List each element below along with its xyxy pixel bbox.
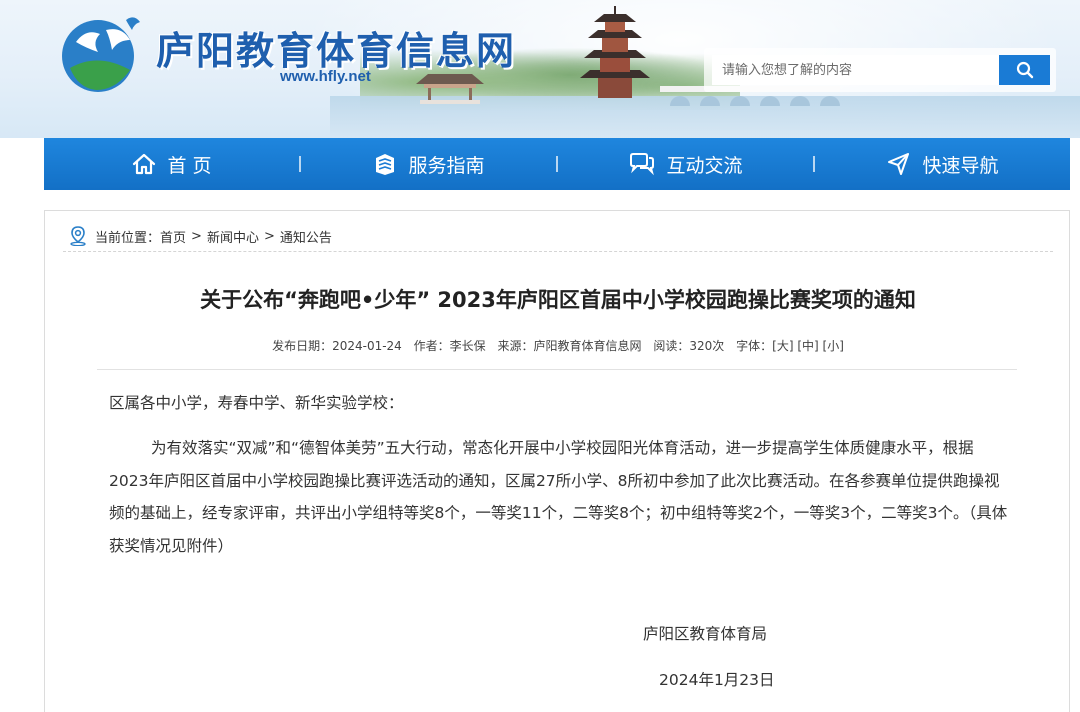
location-pin-icon <box>70 226 86 246</box>
nav-item-service-guide[interactable]: 服务指南 <box>301 138 556 190</box>
meta-source: 来源：庐阳教育体育信息网 <box>498 339 642 353</box>
nav-label-home: 首 页 <box>167 154 212 177</box>
meta-author-value: 李长保 <box>449 339 486 353</box>
book-icon <box>376 154 395 175</box>
breadcrumb: 当前位置： 首页 > 新闻中心 > 通知公告 <box>69 223 332 249</box>
chat-icon <box>630 153 655 176</box>
search-box <box>704 48 1056 92</box>
meta-date-label: 发布日期： <box>272 339 333 353</box>
meta-date-value: 2024-01-24 <box>332 339 402 353</box>
search-icon <box>1016 61 1033 79</box>
search-input[interactable] <box>712 55 999 85</box>
site-title[interactable]: 庐阳教育体育信息网 <box>156 20 516 75</box>
breadcrumb-link-home[interactable]: 首页 <box>160 227 186 246</box>
meta-divider <box>97 369 1017 370</box>
article-title: 关于公布“奔跑吧•少年” 2023年庐阳区首届中小学校园跑操比赛奖项的通知 <box>200 288 916 312</box>
nav-item-interaction[interactable]: 互动交流 <box>558 138 813 190</box>
nav-label-quick-navigation: 快速导航 <box>922 154 999 177</box>
meta-source-value: 庐阳教育体育信息网 <box>533 339 642 353</box>
breadcrumb-link-notices[interactable]: 通知公告 <box>280 227 332 246</box>
pavilion-image <box>416 74 484 104</box>
nav-label-service-guide: 服务指南 <box>408 154 485 177</box>
article-meta: 发布日期：2024-01-24 作者：李长保 来源：庐阳教育体育信息网 阅读：3… <box>45 337 1071 354</box>
font-large-button[interactable]: [大] <box>772 339 793 353</box>
meta-date: 发布日期：2024-01-24 <box>272 339 402 353</box>
signature-organization: 庐阳区教育体育局 <box>643 625 768 643</box>
breadcrumb-link-news[interactable]: 新闻中心 <box>207 227 259 246</box>
navigation-arrow-icon <box>888 153 910 175</box>
pagoda-image <box>580 6 650 98</box>
font-small-button[interactable]: [小] <box>823 339 844 353</box>
meta-author-label: 作者： <box>413 339 450 353</box>
meta-views-label: 阅读： <box>653 339 690 353</box>
nav-label-interaction: 互动交流 <box>666 154 743 177</box>
meta-source-label: 来源： <box>497 339 534 353</box>
nav-item-quick-navigation[interactable]: 快速导航 <box>815 138 1070 190</box>
header-banner: 庐阳教育体育信息网 www.hfly.net <box>0 0 1080 138</box>
home-icon <box>133 153 156 175</box>
breadcrumb-separator: > <box>191 228 202 244</box>
meta-author: 作者：李长保 <box>414 339 486 353</box>
font-medium-button[interactable]: [中] <box>797 339 818 353</box>
site-logo-icon[interactable] <box>56 12 144 94</box>
article-panel: 当前位置： 首页 > 新闻中心 > 通知公告 关于公布“奔跑吧•少年” 2023… <box>44 210 1070 712</box>
meta-views-value: 320次 <box>689 339 725 353</box>
breadcrumb-prefix: 当前位置： <box>95 230 161 246</box>
article-paragraph: 为有效落实“双减”和“德智体美劳”五大行动，常态化开展中小学校园阳光体育活动，进… <box>109 439 1008 555</box>
article-salutation: 区属各中小学，寿春中学、新华实验学校： <box>109 394 404 412</box>
nav-item-home[interactable]: 首 页 <box>44 138 299 190</box>
meta-font-label: 字体： <box>736 339 773 353</box>
meta-font-size: 字体：[大] [中] [小] <box>736 339 844 353</box>
search-button[interactable] <box>999 55 1050 85</box>
signature-date: 2024年1月23日 <box>659 671 775 689</box>
site-url[interactable]: www.hfly.net <box>280 68 371 85</box>
main-nav: 首 页 服务指南 互动交流 快速导航 <box>44 138 1070 190</box>
breadcrumb-separator: > <box>263 228 275 244</box>
meta-views: 阅读：320次 <box>653 339 724 353</box>
breadcrumb-divider <box>63 251 1053 252</box>
